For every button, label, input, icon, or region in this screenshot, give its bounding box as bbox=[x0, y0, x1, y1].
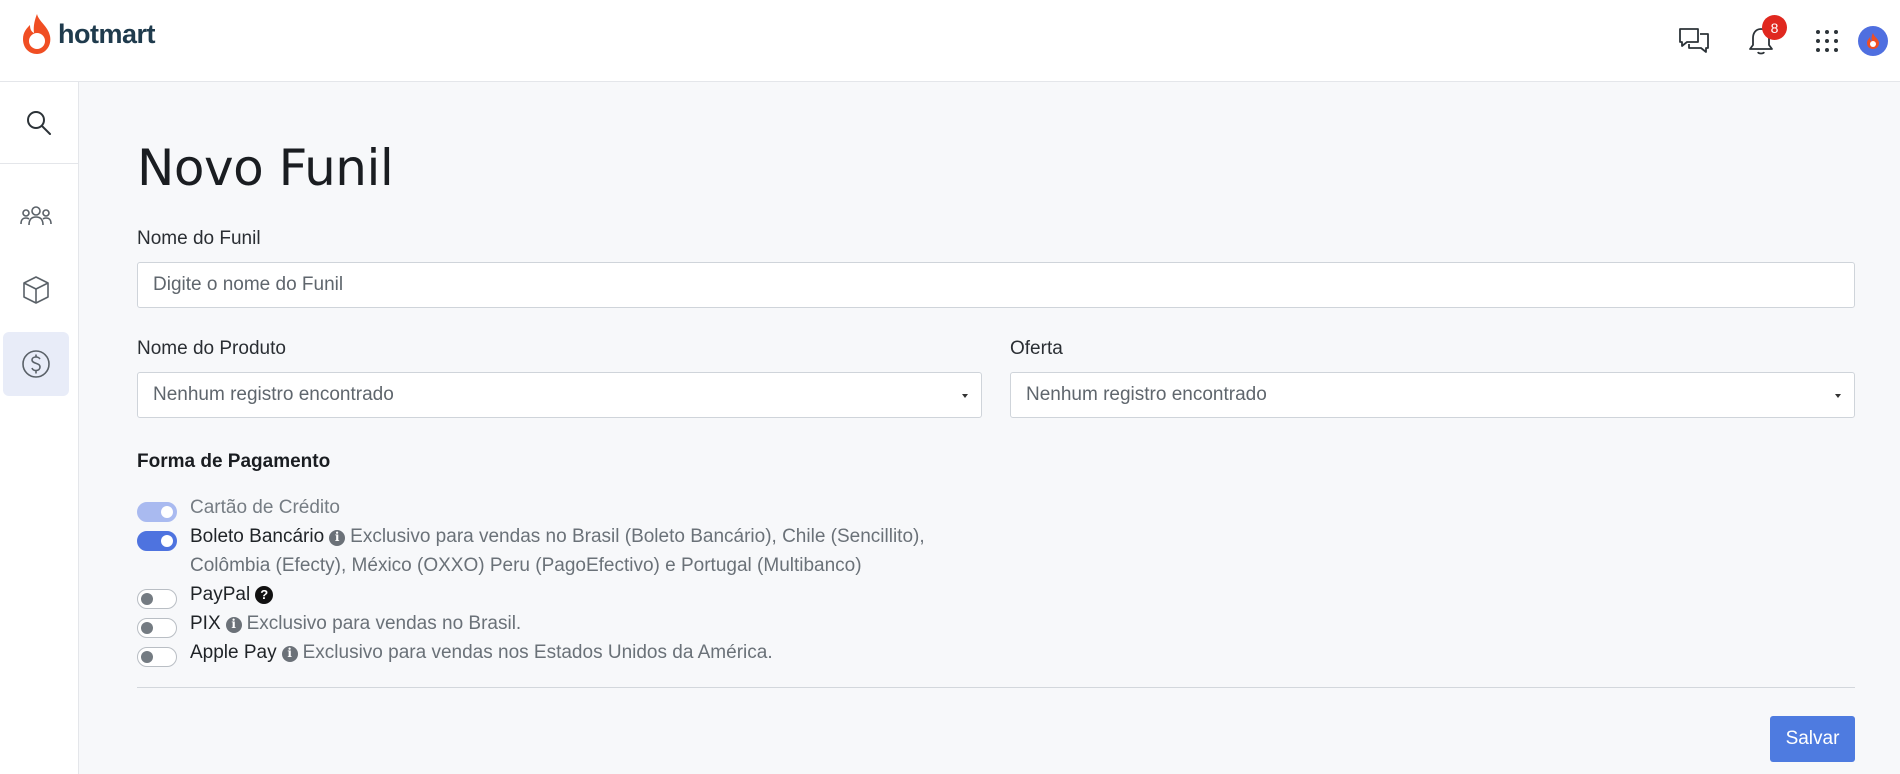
sidebar-search[interactable] bbox=[0, 82, 78, 164]
notifications-button[interactable]: 8 bbox=[1742, 15, 1787, 60]
apple-pay-label: Apple Pay bbox=[190, 642, 277, 663]
user-menu[interactable] bbox=[1854, 22, 1892, 60]
caret-down-icon bbox=[962, 394, 968, 398]
apple-pay-note: Exclusivo para vendas nos Estados Unidos… bbox=[302, 642, 773, 663]
credit-card-label: Cartão de Crédito bbox=[190, 497, 340, 518]
payment-option-boleto: Boleto Bancário i Exclusivo para vendas no… bbox=[137, 526, 925, 580]
offer-select-value: Nenhum registro encontrado bbox=[1026, 384, 1267, 405]
payment-section-title: Forma de Pagamento bbox=[137, 451, 331, 472]
search-icon bbox=[27, 110, 51, 135]
paypal-label: PayPal bbox=[190, 584, 251, 605]
apps-grid-icon[interactable] bbox=[1808, 22, 1846, 60]
dollar-icon bbox=[22, 350, 50, 378]
notification-badge: 8 bbox=[1762, 15, 1787, 40]
info-icon[interactable]: i bbox=[329, 529, 346, 546]
boleto-label: Boleto Bancário bbox=[190, 526, 325, 547]
paypal-text: PayPal? bbox=[190, 580, 274, 609]
sidebar-item-products[interactable] bbox=[3, 258, 69, 322]
funnel-name-input[interactable]: Digite o nome do Funil bbox=[137, 262, 1855, 308]
apple-pay-toggle[interactable] bbox=[137, 647, 177, 667]
top-bar: hotmart 8 bbox=[0, 0, 1900, 82]
info-icon[interactable]: i bbox=[281, 645, 298, 662]
divider bbox=[137, 687, 1855, 688]
brand-name: hotmart bbox=[58, 18, 156, 49]
apple-pay-text: Apple Pay i Exclusivo para vendas nos Esta… bbox=[190, 638, 773, 667]
sidebar bbox=[0, 82, 79, 774]
funnel-name-label: Nome do Funil bbox=[137, 228, 261, 249]
avatar bbox=[1858, 26, 1888, 56]
boleto-text: Boleto Bancário i Exclusivo para vendas no… bbox=[190, 522, 925, 580]
pix-text: PIX i Exclusivo para vendas no Brasil. bbox=[190, 609, 521, 638]
payment-option-credit-card: Cartão de Crédito bbox=[137, 497, 340, 522]
pix-note: Exclusivo para vendas no Brasil. bbox=[246, 613, 522, 634]
page-title: Novo Funil bbox=[137, 139, 394, 197]
save-button[interactable]: Salvar bbox=[1770, 716, 1855, 762]
payment-option-paypal: PayPal? bbox=[137, 584, 274, 609]
product-select[interactable]: Nenhum registro encontrado bbox=[137, 372, 982, 418]
offer-select[interactable]: Nenhum registro encontrado bbox=[1010, 372, 1855, 418]
chat-icon[interactable] bbox=[1675, 22, 1713, 60]
users-icon bbox=[20, 206, 52, 226]
product-name-label: Nome do Produto bbox=[137, 338, 286, 359]
caret-down-icon bbox=[1835, 394, 1841, 398]
sidebar-item-users[interactable] bbox=[3, 184, 69, 248]
sidebar-item-sales[interactable] bbox=[3, 332, 69, 396]
offer-label: Oferta bbox=[1010, 338, 1063, 359]
pix-label: PIX bbox=[190, 613, 221, 634]
pix-toggle[interactable] bbox=[137, 618, 177, 638]
box-icon bbox=[23, 276, 49, 304]
boleto-toggle[interactable] bbox=[137, 531, 177, 551]
product-select-value: Nenhum registro encontrado bbox=[153, 384, 394, 405]
boleto-note-line1: Exclusivo para vendas no Brasil (Boleto … bbox=[350, 526, 925, 547]
help-icon[interactable]: ? bbox=[255, 585, 274, 604]
paypal-toggle[interactable] bbox=[137, 589, 177, 609]
info-icon[interactable]: i bbox=[225, 616, 242, 633]
payment-option-pix: PIX i Exclusivo para vendas no Brasil. bbox=[137, 613, 521, 638]
hotmart-logo[interactable]: hotmart bbox=[20, 12, 156, 56]
flame-icon bbox=[23, 14, 51, 54]
boleto-note-line2: Colômbia (Efecty), México (OXXO) Peru (P… bbox=[190, 555, 862, 576]
payment-option-apple-pay: Apple Pay i Exclusivo para vendas nos Esta… bbox=[137, 642, 773, 667]
credit-card-toggle bbox=[137, 502, 177, 522]
